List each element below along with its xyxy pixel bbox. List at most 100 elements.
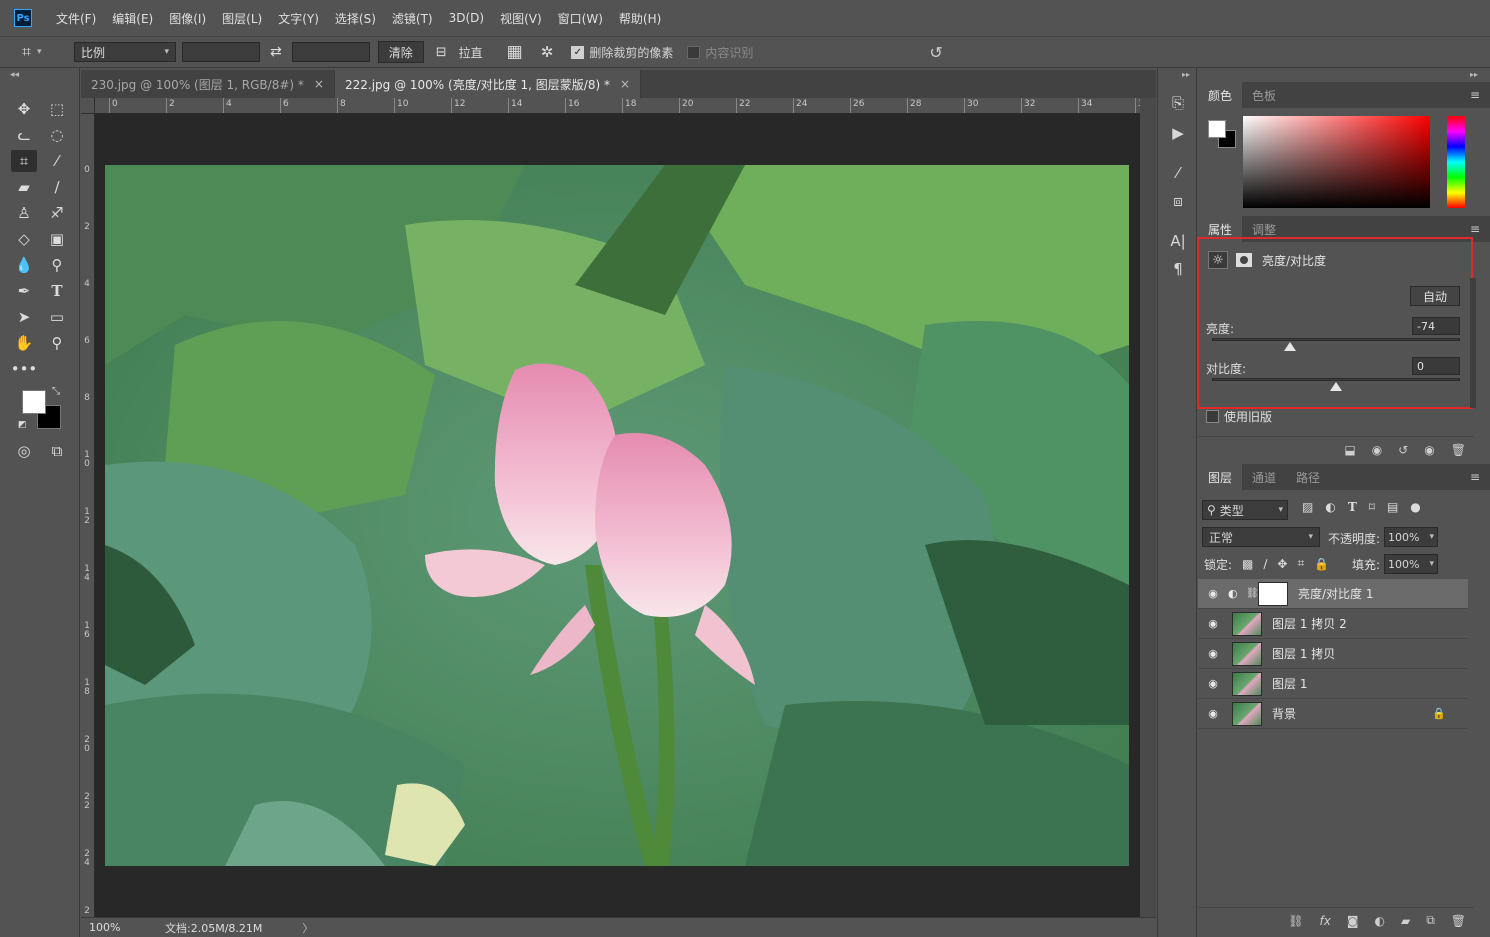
collapse-icon[interactable]: ▸▸ xyxy=(1470,70,1478,79)
swap-colors-icon[interactable]: ⤡ xyxy=(52,386,60,397)
tab-color[interactable]: 颜色 xyxy=(1198,82,1243,108)
trash-icon[interactable]: 🗑 xyxy=(1451,443,1466,457)
view-previous-icon[interactable]: ◉ xyxy=(1372,443,1382,457)
vertical-ruler[interactable]: 0246810121416182022242 xyxy=(81,114,95,917)
path-select-tool-icon[interactable]: ➤ xyxy=(11,306,37,328)
clear-button[interactable]: 清除 xyxy=(377,41,424,63)
type-tool-icon[interactable]: T xyxy=(44,280,70,302)
link-icon[interactable]: ⛓ xyxy=(1246,588,1259,599)
lock-position-icon[interactable]: ✥ xyxy=(1277,557,1287,571)
layer-row[interactable]: ◉ 图层 1 xyxy=(1198,669,1468,699)
straighten-tool[interactable]: ⊟ 拉直 xyxy=(436,44,483,61)
menu-file[interactable]: 文件(F) xyxy=(48,10,104,27)
gear-icon[interactable]: ✲ xyxy=(541,43,554,61)
dodge-tool-icon[interactable]: ⚲ xyxy=(44,254,70,276)
menu-layer[interactable]: 图层(L) xyxy=(214,10,270,27)
link-layers-icon[interactable]: ⛓ xyxy=(1288,914,1303,928)
tab-layers[interactable]: 图层 xyxy=(1198,464,1243,490)
hand-tool-icon[interactable]: ✋ xyxy=(11,332,37,354)
menu-3d[interactable]: 3D(D) xyxy=(441,11,492,25)
delete-cropped-checkbox[interactable]: ✓ 删除裁剪的像素 xyxy=(571,44,673,61)
tab-230-jpg[interactable]: 230.jpg @ 100% (图层 1, RGB/8#) * × xyxy=(81,70,335,98)
menu-help[interactable]: 帮助(H) xyxy=(611,10,669,27)
lasso-tool-icon[interactable]: ᓚ xyxy=(11,124,37,146)
add-mask-icon[interactable]: ◙ xyxy=(1347,914,1359,928)
opacity-input[interactable]: 100% ▾ xyxy=(1384,527,1438,547)
close-icon[interactable]: × xyxy=(314,77,324,91)
type-filter-icon[interactable]: T xyxy=(1348,500,1357,514)
eraser-tool-icon[interactable]: ◇ xyxy=(11,228,37,250)
color-picker-field[interactable] xyxy=(1243,116,1430,208)
eyedropper-tool-icon[interactable]: ⁄ xyxy=(44,150,70,172)
pen-tool-icon[interactable]: ✒ xyxy=(11,280,37,302)
visibility-eye-icon[interactable]: ◉ xyxy=(1198,677,1228,690)
contrast-slider-track[interactable] xyxy=(1212,378,1460,381)
lock-artboard-icon[interactable]: ⌗ xyxy=(1297,556,1304,571)
history-icon[interactable]: ⎘ xyxy=(1166,92,1190,114)
zoom-level[interactable]: 100% xyxy=(89,921,159,934)
menu-type[interactable]: 文字(Y) xyxy=(270,10,327,27)
ratio-select[interactable]: 比例 ▾ xyxy=(74,42,176,62)
layer-row-background[interactable]: ◉ 背景 🔒 xyxy=(1198,699,1468,729)
menu-window[interactable]: 窗口(W) xyxy=(550,10,611,27)
more-tools-icon[interactable]: ••• xyxy=(11,358,38,380)
adjustments-icon[interactable]: ⧈ xyxy=(1166,190,1190,212)
brightness-slider-track[interactable] xyxy=(1212,338,1460,341)
brush-tool-icon[interactable]: ∕ xyxy=(44,176,70,198)
healing-brush-tool-icon[interactable]: ▰ xyxy=(11,176,37,198)
default-colors-icon[interactable]: ◩ xyxy=(18,420,27,430)
status-menu-arrow[interactable]: 〉 xyxy=(302,920,313,936)
menu-image[interactable]: 图像(I) xyxy=(161,10,214,27)
menu-edit[interactable]: 编辑(E) xyxy=(104,10,161,27)
tab-channels[interactable]: 通道 xyxy=(1242,464,1286,490)
paragraph-icon[interactable]: ¶ xyxy=(1166,258,1190,280)
zoom-tool-icon[interactable]: ⚲ xyxy=(44,332,70,354)
menu-select[interactable]: 选择(S) xyxy=(327,10,384,27)
layer-filter-select[interactable]: ⚲ 类型 ▾ xyxy=(1202,500,1288,520)
crop-preset-picker[interactable]: ⌗ ▾ xyxy=(22,42,70,62)
swap-icon[interactable]: ⇄ xyxy=(270,44,282,60)
grid-overlay-icon[interactable]: ▦ xyxy=(507,42,523,62)
clone-stamp-tool-icon[interactable]: ♙ xyxy=(11,202,37,224)
panel-menu-icon[interactable]: ≡ xyxy=(1470,88,1480,102)
visibility-eye-icon[interactable]: ◉ xyxy=(1198,647,1228,660)
lock-image-icon[interactable]: ∕ xyxy=(1263,557,1267,571)
pixel-filter-icon[interactable]: ▨ xyxy=(1302,500,1313,514)
brightness-input[interactable]: -74 xyxy=(1412,317,1460,335)
visibility-eye-icon[interactable]: ◉ xyxy=(1198,707,1228,720)
clip-to-layer-icon[interactable]: ⬓ xyxy=(1344,443,1355,457)
smart-object-filter-icon[interactable]: ▤ xyxy=(1387,500,1398,514)
foreground-color-swatch[interactable] xyxy=(22,390,46,414)
menu-view[interactable]: 视图(V) xyxy=(492,10,550,27)
contrast-input[interactable]: 0 xyxy=(1412,357,1460,375)
menu-filter[interactable]: 滤镜(T) xyxy=(384,10,441,27)
brush-presets-icon[interactable]: ⁄ xyxy=(1166,162,1190,184)
collapse-icon[interactable]: ◂◂ xyxy=(10,70,19,80)
panel-menu-icon[interactable]: ≡ xyxy=(1470,470,1480,484)
quick-mask-icon[interactable]: ◎ xyxy=(11,440,37,462)
ruler-origin[interactable] xyxy=(81,98,95,114)
tab-adjustments[interactable]: 调整 xyxy=(1242,216,1286,242)
legacy-checkbox[interactable]: 使用旧版 xyxy=(1206,408,1272,425)
play-actions-icon[interactable]: ▶ xyxy=(1166,122,1190,144)
fx-icon[interactable]: fx xyxy=(1319,914,1330,928)
lock-all-icon[interactable]: 🔒 xyxy=(1314,557,1329,571)
visibility-eye-icon[interactable]: ◉ xyxy=(1198,617,1228,630)
new-layer-icon[interactable]: ⧉ xyxy=(1426,913,1435,928)
document-canvas[interactable] xyxy=(95,114,1140,917)
properties-scrollbar[interactable] xyxy=(1470,278,1476,408)
layer-row[interactable]: ◉ 图层 1 拷贝 2 xyxy=(1198,609,1468,639)
vertical-scrollbar[interactable] xyxy=(1140,98,1156,917)
tab-properties[interactable]: 属性 xyxy=(1198,216,1243,242)
blend-mode-select[interactable]: 正常 ▾ xyxy=(1202,527,1320,547)
lock-transparent-icon[interactable]: ▩ xyxy=(1242,557,1253,571)
tab-swatches[interactable]: 色板 xyxy=(1242,82,1286,108)
visibility-eye-icon[interactable]: ◉ xyxy=(1424,443,1434,457)
layer-row-brightness-contrast[interactable]: ◉ ◐ ⛓ 亮度/对比度 1 xyxy=(1198,579,1468,609)
new-adjustment-icon[interactable]: ◐ xyxy=(1374,914,1384,928)
quick-select-tool-icon[interactable]: ◌ xyxy=(44,124,70,146)
crop-tool-icon[interactable]: ⌗ xyxy=(11,150,37,172)
filter-toggle-icon[interactable]: ● xyxy=(1410,500,1420,514)
close-icon[interactable]: × xyxy=(620,77,630,91)
reset-icon[interactable]: ↺ xyxy=(1398,443,1408,457)
